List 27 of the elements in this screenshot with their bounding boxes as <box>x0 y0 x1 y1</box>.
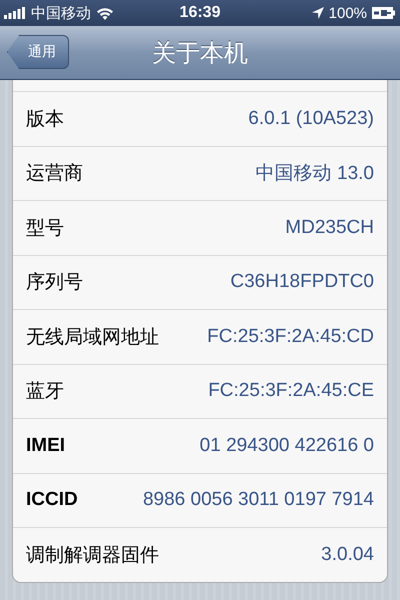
back-button[interactable]: 通用 <box>7 35 69 69</box>
battery-charging-icon <box>372 7 396 19</box>
row-label: 序列号 <box>26 271 83 296</box>
row-value: FC:25:3F:2A:45:CE <box>208 380 374 402</box>
row-label: IMEI <box>26 434 66 457</box>
carrier-name: 中国移动 <box>31 4 91 22</box>
row-value: FC:25:3F:2A:45:CD <box>207 326 374 348</box>
row-label: 调制解调器固件 <box>26 544 159 568</box>
battery-percent: 100% <box>328 4 368 22</box>
row-value: 8986 0056 3011 0197 7914 <box>142 489 374 512</box>
row-value: 3.0.04 <box>321 544 374 566</box>
row-label: 无线局域网地址 <box>26 326 159 350</box>
row-label: 型号 <box>26 216 64 241</box>
signal-icon <box>4 7 26 19</box>
row-value: 6.0.1 (10A523) <box>248 108 374 130</box>
nav-title: 关于本机 <box>152 38 248 68</box>
row-label: 版本 <box>26 108 64 132</box>
clock-time: 16:39 <box>180 4 220 22</box>
row-value: C36H18FPDTC0 <box>230 271 374 294</box>
row-label: ICCID <box>26 489 78 512</box>
row-value: 中国移动 13.0 <box>256 162 374 186</box>
location-arrow-icon <box>312 7 324 19</box>
row-label: 蓝牙 <box>26 380 64 404</box>
wifi-icon <box>96 6 114 20</box>
row-label: 运营商 <box>26 162 83 186</box>
row-value: 01 294300 422616 0 <box>200 434 374 457</box>
row-value: MD235CH <box>285 216 374 239</box>
